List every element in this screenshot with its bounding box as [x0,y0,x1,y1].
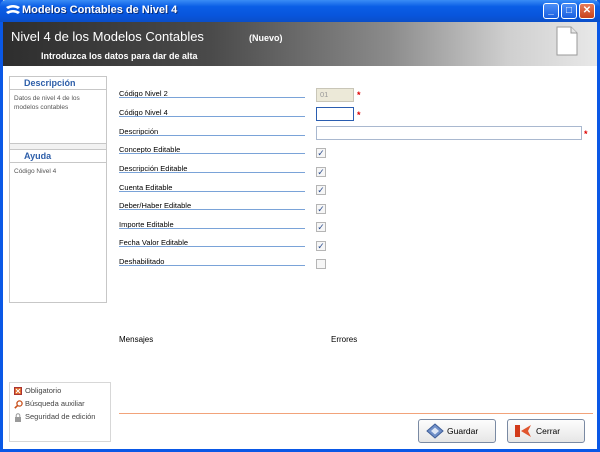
legend-search: Búsqueda auxiliar [14,399,106,412]
description-text: Datos de nivel 4 de los modelos contable… [10,90,106,144]
description-section-title: Descripción [10,77,106,90]
codigo-nivel4-rule [119,116,305,117]
page-subtitle: Introduzca los datos para dar de alta [41,51,198,61]
legend-security: Seguridad de edición [14,412,106,434]
close-button-label: Cerrar [536,426,561,436]
info-sidebar: Descripción Datos de nivel 4 de los mode… [9,76,107,303]
legend-required-label: Obligatorio [25,386,62,395]
maximize-button[interactable]: □ [561,3,577,19]
codigo-nivel2-input: 01 [316,88,354,102]
save-button-label: Guardar [447,426,479,436]
title-bar[interactable]: Modelos Contables de Nivel 4 _ □ ✕ [0,0,600,22]
legend-required: Obligatorio [14,386,106,399]
deber-haber-editable-checkbox[interactable]: ✓ [316,204,326,214]
app-logo-icon [6,5,20,14]
descripcion-editable-checkbox[interactable]: ✓ [316,167,326,177]
close-window-button[interactable]: ✕ [579,3,595,19]
document-icon [556,26,578,56]
checkbox-rule [119,191,305,192]
required-icon [14,387,25,397]
errors-label: Errores [331,335,358,344]
lock-icon [14,413,25,424]
help-section-title: Ayuda [10,150,106,163]
importe-editable-checkbox[interactable]: ✓ [316,222,326,232]
legend-box: Obligatorio Búsqueda auxiliar Seguridad … [9,382,111,442]
exit-icon [515,425,531,437]
page-title: Nivel 4 de los Modelos Contables [11,29,204,44]
codigo-nivel4-input[interactable] [316,107,354,121]
descripcion-required-mark: * [584,129,588,139]
messages-label: Mensajes [119,335,154,344]
help-text: Código Nivel 4 [10,163,106,302]
save-icon [426,423,444,439]
content-panel: Descripción Datos de nivel 4 de los mode… [3,66,597,449]
legend-security-label: Seguridad de edición [25,412,96,421]
minimize-button[interactable]: _ [543,3,559,19]
checkbox-rule [119,172,305,173]
search-icon [14,400,25,411]
checkbox-rule [119,265,305,266]
legend-search-label: Búsqueda auxiliar [25,399,85,408]
codigo-nivel2-rule [119,97,305,98]
header-band: Nivel 4 de los Modelos Contables (Nuevo)… [3,22,597,66]
codigo-nivel4-required-mark: * [357,110,361,120]
close-button[interactable]: Cerrar [507,419,585,443]
descripcion-input[interactable] [316,126,582,140]
cuenta-editable-checkbox[interactable]: ✓ [316,185,326,195]
concepto-editable-checkbox[interactable]: ✓ [316,148,326,158]
footer-separator [119,413,593,414]
save-button[interactable]: Guardar [418,419,496,443]
deshabilitado-checkbox[interactable] [316,259,326,269]
checkbox-rule [119,246,305,247]
fecha-valor-editable-checkbox[interactable]: ✓ [316,241,326,251]
checkbox-rule [119,228,305,229]
mode-badge: (Nuevo) [249,33,283,43]
codigo-nivel2-required-mark: * [357,90,361,100]
app-window: Modelos Contables de Nivel 4 _ □ ✕ Nivel… [0,0,600,452]
window-title: Modelos Contables de Nivel 4 [22,4,178,16]
checkbox-rule [119,153,305,154]
checkbox-rule [119,209,305,210]
descripcion-rule [119,135,305,136]
